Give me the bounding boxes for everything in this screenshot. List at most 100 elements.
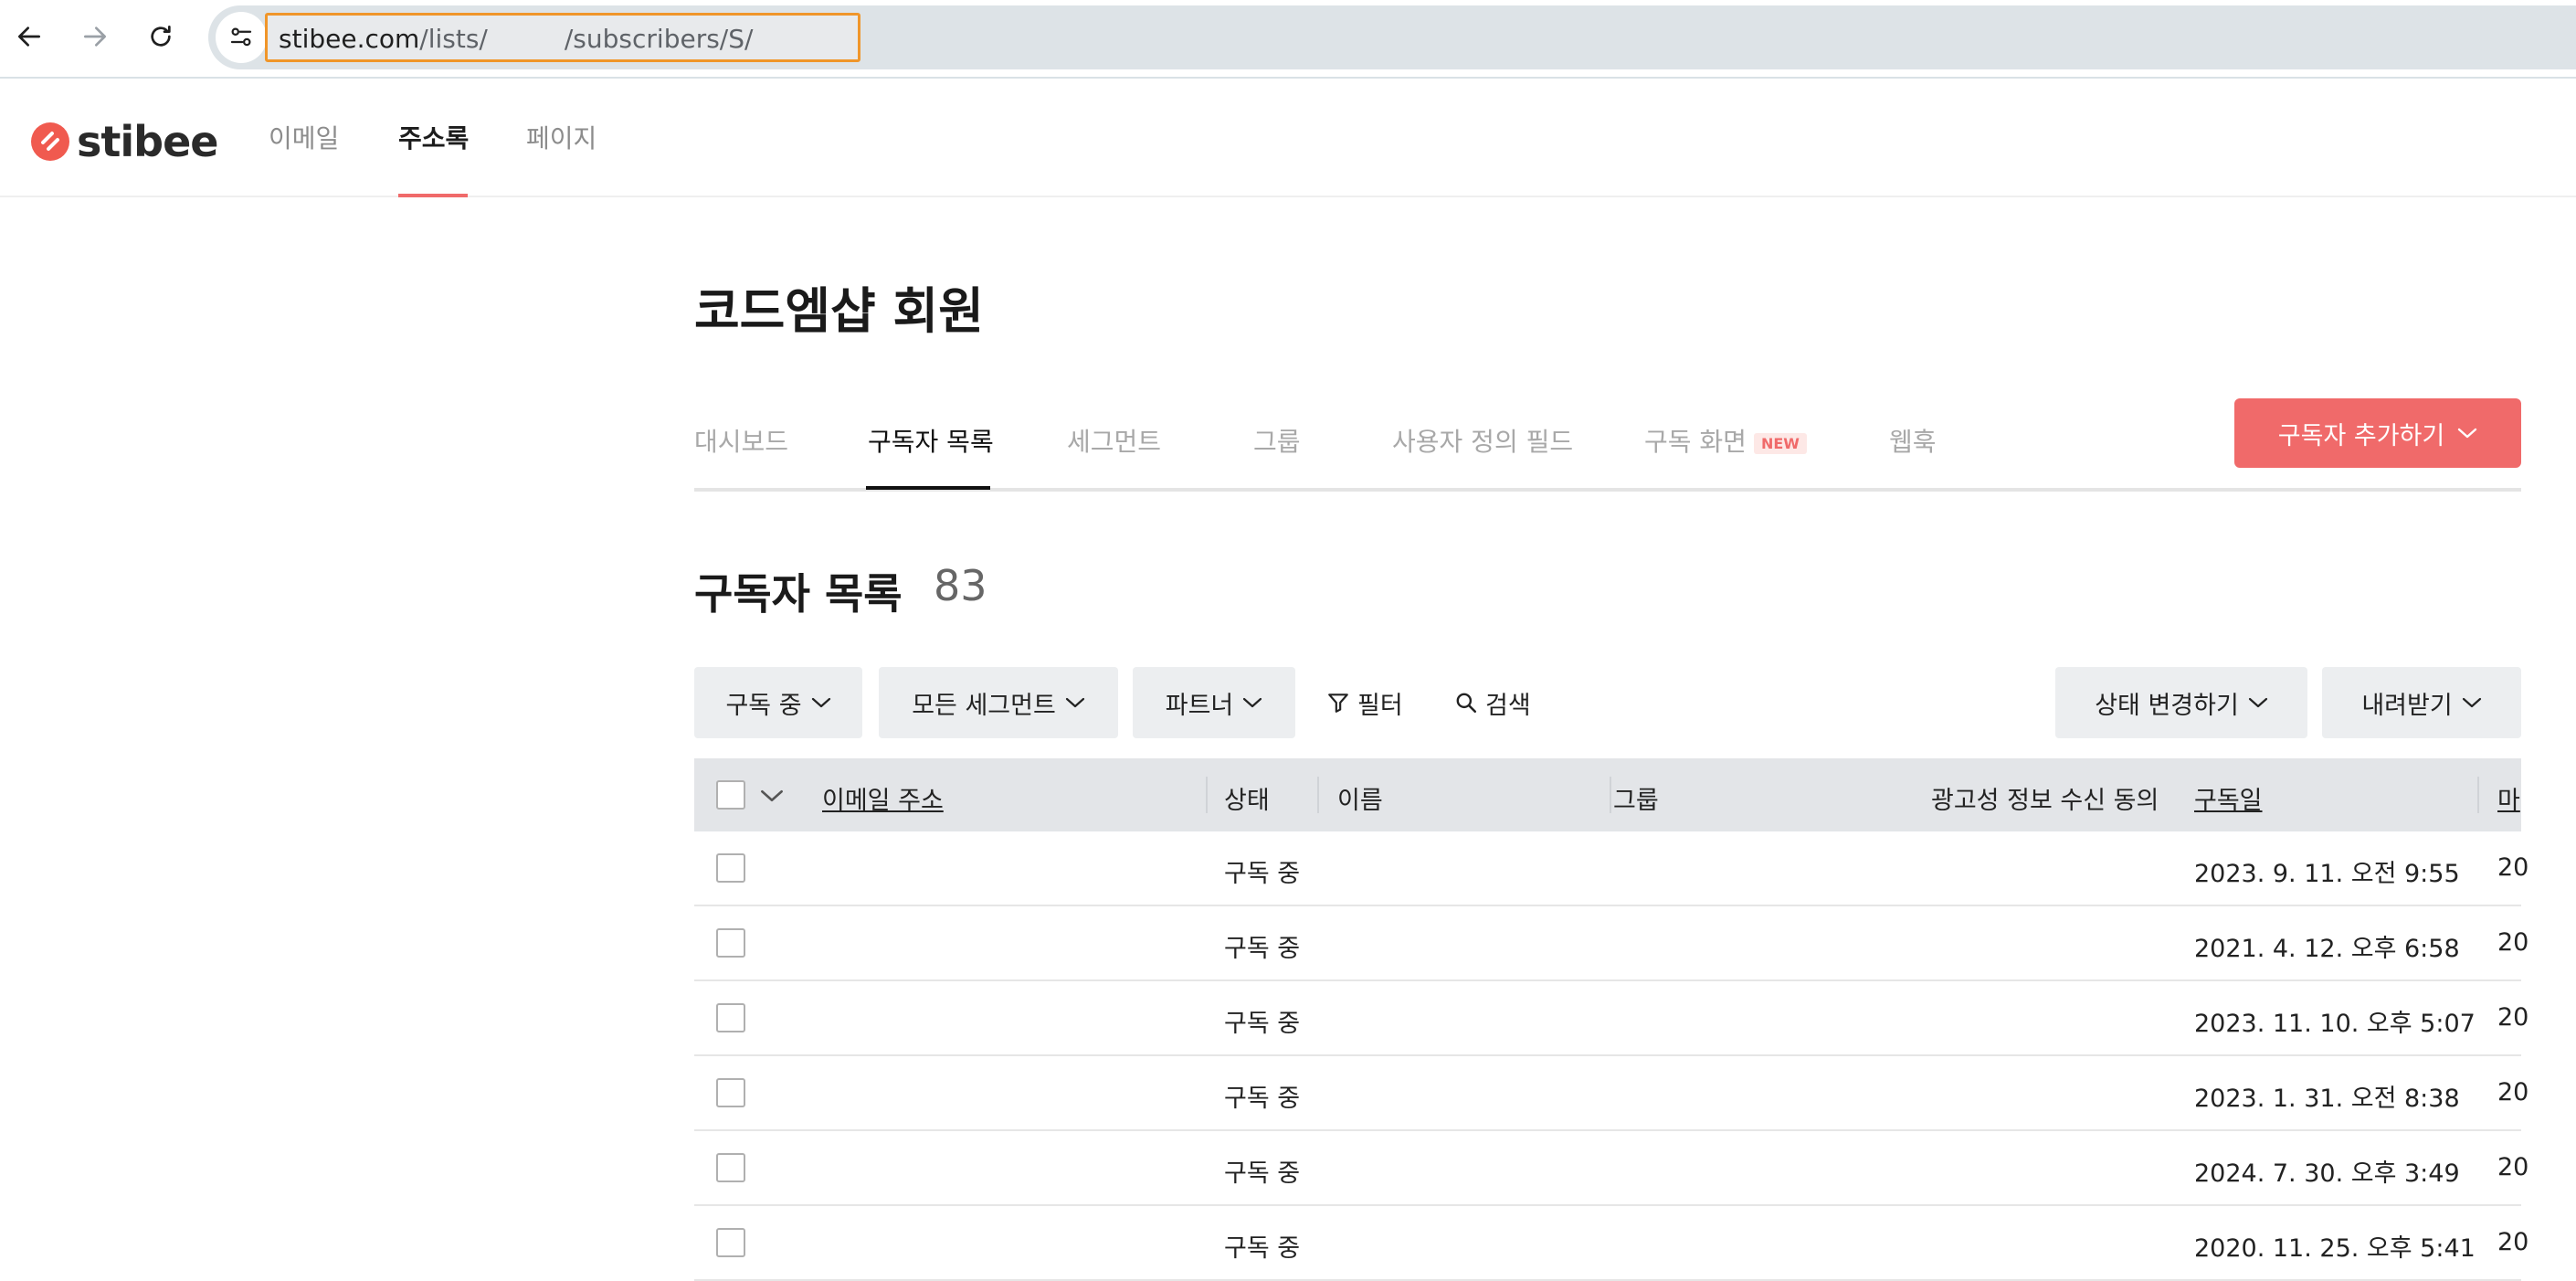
column-header-last[interactable]: 마 xyxy=(2497,780,2520,816)
nav-active-indicator xyxy=(398,194,468,197)
cell-last: 20 xyxy=(2497,1078,2529,1106)
arrow-left-icon xyxy=(18,26,40,47)
tab-dashboard[interactable]: 대시보드 xyxy=(694,422,788,459)
cell-last: 20 xyxy=(2497,928,2529,957)
chevron-down-icon xyxy=(1243,697,1262,708)
segment-filter-label: 모든 세그먼트 xyxy=(912,691,1056,720)
change-status-dropdown[interactable]: 상태 변경하기 xyxy=(2055,667,2307,738)
tab-custom-fields[interactable]: 사용자 정의 필드 xyxy=(1392,422,1573,459)
cell-subscribed-date: 2023. 1. 31. 오전 8:38 xyxy=(2194,1085,2460,1113)
column-header-group: 그룹 xyxy=(1613,787,1659,815)
tab-webhooks[interactable]: 웹훅 xyxy=(1889,422,1937,459)
row-checkbox[interactable] xyxy=(716,1153,745,1182)
stibee-logo[interactable]: stibee xyxy=(31,117,218,166)
chevron-down-icon xyxy=(2248,697,2267,708)
column-divider xyxy=(1206,777,1208,813)
cell-status: 구독 중 xyxy=(1224,860,1301,888)
cell-subscribed-date: 2021. 4. 12. 오후 6:58 xyxy=(2194,935,2460,963)
forward-button[interactable] xyxy=(73,15,117,58)
column-header-name: 이름 xyxy=(1337,787,1383,815)
cell-status: 구독 중 xyxy=(1224,1159,1301,1188)
cell-last: 20 xyxy=(2497,853,2529,882)
column-divider xyxy=(2477,777,2479,813)
chevron-down-icon[interactable] xyxy=(760,788,784,804)
page-title: 코드엠샵 회원 xyxy=(694,282,984,340)
tab-segments[interactable]: 세그먼트 xyxy=(1067,422,1161,459)
app-header: stibee 이메일 주소록 페이지 xyxy=(0,80,2576,197)
filter-button[interactable]: 필터 xyxy=(1326,667,1403,738)
search-button[interactable]: 검색 xyxy=(1454,667,1531,738)
select-all-checkbox[interactable] xyxy=(716,780,745,810)
reload-button[interactable] xyxy=(139,15,183,58)
row-checkbox[interactable] xyxy=(716,1003,745,1032)
chevron-down-icon xyxy=(811,697,830,708)
row-checkbox[interactable] xyxy=(716,1228,745,1257)
url-field[interactable]: stibee.com/lists/ /subscribers/S/ xyxy=(265,13,860,62)
partner-filter-label: 파트너 xyxy=(1165,691,1234,720)
browser-toolbar: stibee.com/lists/ /subscribers/S/ xyxy=(0,0,2576,79)
cell-subscribed-date: 2023. 11. 10. 오후 5:07 xyxy=(2194,1010,2476,1038)
nav-pages[interactable]: 페이지 xyxy=(526,119,596,155)
tab-subscribers[interactable]: 구독자 목록 xyxy=(868,422,994,459)
table-row[interactable]: 구독 중 2020. 11. 25. 오후 5:41 20 xyxy=(694,1206,2528,1281)
table-row[interactable]: 구독 중 2023. 11. 10. 오후 5:07 20 xyxy=(694,981,2528,1056)
table-row[interactable]: 구독 중 2024. 7. 30. 오후 3:49 20 xyxy=(694,1131,2528,1206)
column-header-subscribed-date[interactable]: 구독일 xyxy=(2194,780,2263,816)
tab-groups[interactable]: 그룹 xyxy=(1253,422,1301,459)
url-host: stibee.com xyxy=(279,24,420,54)
tab-active-indicator xyxy=(866,486,990,490)
row-checkbox[interactable] xyxy=(716,853,745,883)
chevron-down-icon xyxy=(2458,428,2477,439)
filter-label: 필터 xyxy=(1357,691,1403,720)
site-info-button[interactable] xyxy=(216,12,267,63)
row-checkbox[interactable] xyxy=(716,928,745,958)
download-dropdown[interactable]: 내려받기 xyxy=(2322,667,2521,738)
status-filter-label: 구독 중 xyxy=(725,691,802,720)
column-header-ad-consent: 광고성 정보 수신 동의 xyxy=(1931,787,2159,815)
arrow-right-icon xyxy=(84,26,106,47)
cell-status: 구독 중 xyxy=(1224,1085,1301,1113)
column-header-status: 상태 xyxy=(1224,787,1270,815)
subscriber-list-title: 구독자 목록 xyxy=(694,569,903,619)
chevron-down-icon xyxy=(2462,697,2481,708)
column-divider xyxy=(1317,777,1319,813)
table-row[interactable]: 구독 중 2021. 4. 12. 오후 6:58 20 xyxy=(694,906,2528,981)
partner-filter-dropdown[interactable]: 파트너 xyxy=(1133,667,1295,738)
cell-status: 구독 중 xyxy=(1224,1010,1301,1038)
cell-last: 20 xyxy=(2497,1228,2529,1256)
url-path-subscribers: /subscribers/S/ xyxy=(564,24,754,54)
url-path-lists: /lists/ xyxy=(419,24,488,54)
nav-email[interactable]: 이메일 xyxy=(269,119,339,155)
cell-last: 20 xyxy=(2497,1153,2529,1181)
table-row[interactable]: 구독 중 2023. 1. 31. 오전 8:38 20 xyxy=(694,1056,2528,1131)
logo-text: stibee xyxy=(77,117,218,166)
search-icon xyxy=(1456,693,1477,714)
tab-subscribe-form[interactable]: 구독 화면 NEW xyxy=(1644,422,1807,459)
column-divider xyxy=(1610,777,1611,813)
status-filter-dropdown[interactable]: 구독 중 xyxy=(694,667,862,738)
cell-subscribed-date: 2023. 9. 11. 오전 9:55 xyxy=(2194,860,2460,888)
search-label: 검색 xyxy=(1485,691,1531,720)
back-button[interactable] xyxy=(7,15,51,58)
stibee-logo-icon xyxy=(31,122,69,161)
add-subscriber-label: 구독자 추가하기 xyxy=(2277,421,2445,450)
row-checkbox[interactable] xyxy=(716,1078,745,1107)
tab-subscribe-form-label: 구독 화면 xyxy=(1644,427,1747,457)
new-badge: NEW xyxy=(1753,432,1807,454)
cell-status: 구독 중 xyxy=(1224,1234,1301,1263)
chevron-down-icon xyxy=(1065,697,1084,708)
url-text: stibee.com/lists/ /subscribers/S/ xyxy=(279,24,753,54)
filter-icon xyxy=(1328,693,1348,713)
add-subscriber-button[interactable]: 구독자 추가하기 xyxy=(2234,398,2521,468)
change-status-label: 상태 변경하기 xyxy=(2095,691,2239,720)
subscriber-count: 83 xyxy=(934,561,987,610)
address-bar[interactable]: stibee.com/lists/ /subscribers/S/ xyxy=(208,5,2576,69)
segment-filter-dropdown[interactable]: 모든 세그먼트 xyxy=(879,667,1118,738)
table-header: 이메일 주소 상태 이름 그룹 광고성 정보 수신 동의 구독일 마 xyxy=(694,758,2521,831)
tune-icon xyxy=(230,27,252,47)
nav-address-book[interactable]: 주소록 xyxy=(398,119,469,155)
column-header-email[interactable]: 이메일 주소 xyxy=(822,780,944,816)
download-label: 내려받기 xyxy=(2361,691,2453,720)
cell-subscribed-date: 2024. 7. 30. 오후 3:49 xyxy=(2194,1159,2460,1188)
table-row[interactable]: 구독 중 2023. 9. 11. 오전 9:55 20 xyxy=(694,831,2528,906)
